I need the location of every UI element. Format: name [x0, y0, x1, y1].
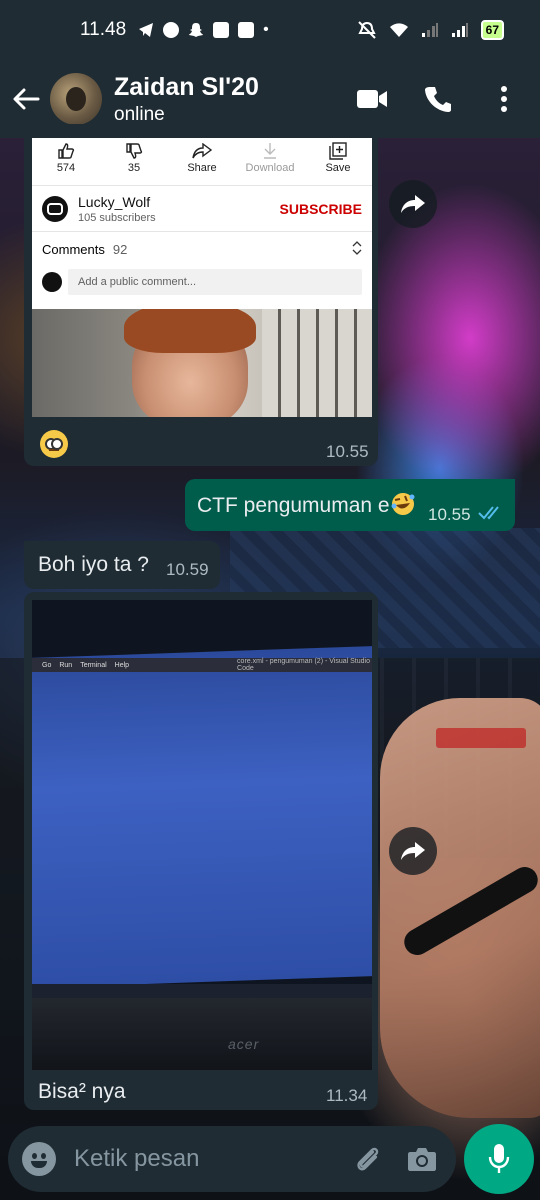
- comments-header: Comments 92: [32, 232, 372, 266]
- channel-avatar: [42, 195, 68, 222]
- video-call-button[interactable]: [354, 81, 390, 117]
- status-time: 11.48: [80, 19, 127, 40]
- contact-avatar[interactable]: [50, 73, 102, 125]
- message-input[interactable]: Ketik pesan: [74, 1145, 348, 1173]
- shopee-icon: [213, 22, 230, 38]
- image-caption: Bisa² nya: [38, 1080, 126, 1103]
- dislike-count: 35: [127, 162, 141, 174]
- photo-menu-help: Help: [114, 661, 130, 669]
- message-text: CTF pengumuman e: [197, 491, 416, 518]
- photo-monitor-brand: acer: [228, 1036, 260, 1052]
- more-notifications-dot: •: [263, 21, 269, 38]
- commenter-avatar: [42, 272, 62, 292]
- line-icon: [163, 22, 180, 38]
- youtube-action-row: 574 35 Share Download Save: [32, 138, 372, 186]
- share-label: Share: [187, 162, 217, 174]
- video-call-icon: [357, 90, 387, 108]
- channel-subscribers: 105 subscribers: [78, 211, 156, 224]
- photo-vscode-menubar: Go Run Terminal Help core.xml - pengumum…: [32, 658, 372, 672]
- more-menu-button[interactable]: [486, 81, 522, 117]
- mute-icon: [357, 21, 376, 39]
- outgoing-text: CTF pengumuman e: [197, 494, 390, 517]
- double-check-read-icon: [478, 506, 499, 520]
- message-time: 10.55: [326, 442, 369, 461]
- message-time: 10.59: [166, 560, 209, 579]
- expand-collapse-icon: [352, 240, 362, 255]
- comments-label: Comments: [42, 241, 105, 257]
- contact-status: online: [114, 103, 165, 125]
- like-count: 574: [56, 162, 76, 174]
- rolling-eyes-emoji: [40, 430, 68, 463]
- status-bar: 11.48 • 67: [0, 0, 540, 60]
- youtube-like: 574: [34, 140, 98, 174]
- back-button[interactable]: [4, 77, 48, 121]
- telegram-icon: [139, 23, 154, 37]
- app-notification-icon: [238, 22, 255, 38]
- notification-icons: •: [138, 21, 269, 39]
- thumbnail-window: [262, 309, 372, 417]
- wifi-icon: [389, 23, 408, 37]
- forward-button[interactable]: [389, 827, 437, 875]
- forward-icon: [401, 195, 425, 213]
- message-time: 10.55: [428, 505, 471, 524]
- photo-window-title: core.xml - pengumuman (2) - Visual Studi…: [237, 658, 370, 672]
- youtube-share: Share: [170, 140, 234, 174]
- forward-button[interactable]: [389, 180, 437, 228]
- battery-indicator: 67: [480, 20, 504, 40]
- comments-count: 92: [112, 241, 128, 257]
- message-text: Boh iyo ta ?: [38, 553, 149, 576]
- youtube-screenshot-image[interactable]: 574 35 Share Download Save Lucky_Wolf 10…: [32, 138, 372, 417]
- youtube-channel-row: Lucky_Wolf 105 subscribers SUBSCRIBE: [32, 186, 372, 232]
- add-comment-row: Add a public comment...: [32, 266, 372, 298]
- download-icon: [264, 143, 276, 159]
- contact-info[interactable]: Zaidan SI'20 online: [114, 73, 259, 126]
- header-actions: [354, 81, 522, 117]
- attach-button[interactable]: [348, 1139, 388, 1179]
- photo-monitor-screen: [32, 646, 372, 988]
- more-menu-icon: [501, 86, 507, 112]
- wallpaper-sign: [436, 728, 526, 748]
- paperclip-icon: [357, 1147, 379, 1171]
- youtube-dislike: 35: [102, 140, 166, 174]
- thumb-up-icon: [58, 143, 75, 159]
- youtube-download: Download: [238, 140, 302, 174]
- save-label: Save: [325, 162, 351, 174]
- voice-call-button[interactable]: [420, 81, 456, 117]
- photo-monitor-bezel: [32, 998, 372, 1070]
- laughing-emoji-icon: [391, 493, 415, 515]
- message-compose-bar: Ketik pesan: [8, 1126, 456, 1192]
- snapchat-icon: [189, 23, 204, 37]
- photo-attachment[interactable]: Go Run Terminal Help core.xml - pengumum…: [32, 600, 372, 1070]
- save-playlist-icon: [329, 142, 347, 160]
- signal-icon-2: [451, 23, 468, 37]
- back-arrow-icon: [13, 88, 40, 110]
- channel-name: Lucky_Wolf: [78, 193, 151, 210]
- emoji-button[interactable]: [22, 1142, 56, 1176]
- camera-icon: [408, 1148, 436, 1171]
- photo-menu-terminal: Terminal: [80, 661, 107, 669]
- signal-icon-1: [421, 23, 438, 37]
- emoji-smile-icon: [31, 1161, 47, 1168]
- contact-name: Zaidan SI'20: [114, 72, 259, 101]
- status-right: 67: [357, 20, 504, 40]
- microphone-icon: [488, 1144, 510, 1173]
- thumb-down-icon: [126, 143, 143, 159]
- photo-menu-run: Run: [59, 661, 73, 669]
- forward-icon: [401, 842, 425, 860]
- message-time: 11.34: [326, 1086, 368, 1105]
- voice-call-icon: [425, 87, 451, 112]
- add-comment-field: Add a public comment...: [68, 269, 362, 295]
- video-thumbnail: [32, 309, 372, 417]
- voice-message-button[interactable]: [464, 1124, 534, 1194]
- face-with-rolling-eyes-icon: [40, 430, 68, 458]
- photo-menu-go: Go: [42, 661, 52, 669]
- subscribe-label: SUBSCRIBE: [279, 200, 362, 217]
- photo-taskbar: [32, 984, 372, 998]
- thumbnail-hair: [124, 309, 256, 353]
- share-icon: [192, 143, 212, 159]
- download-label: Download: [245, 162, 295, 174]
- youtube-save: Save: [306, 140, 370, 174]
- camera-button[interactable]: [402, 1139, 442, 1179]
